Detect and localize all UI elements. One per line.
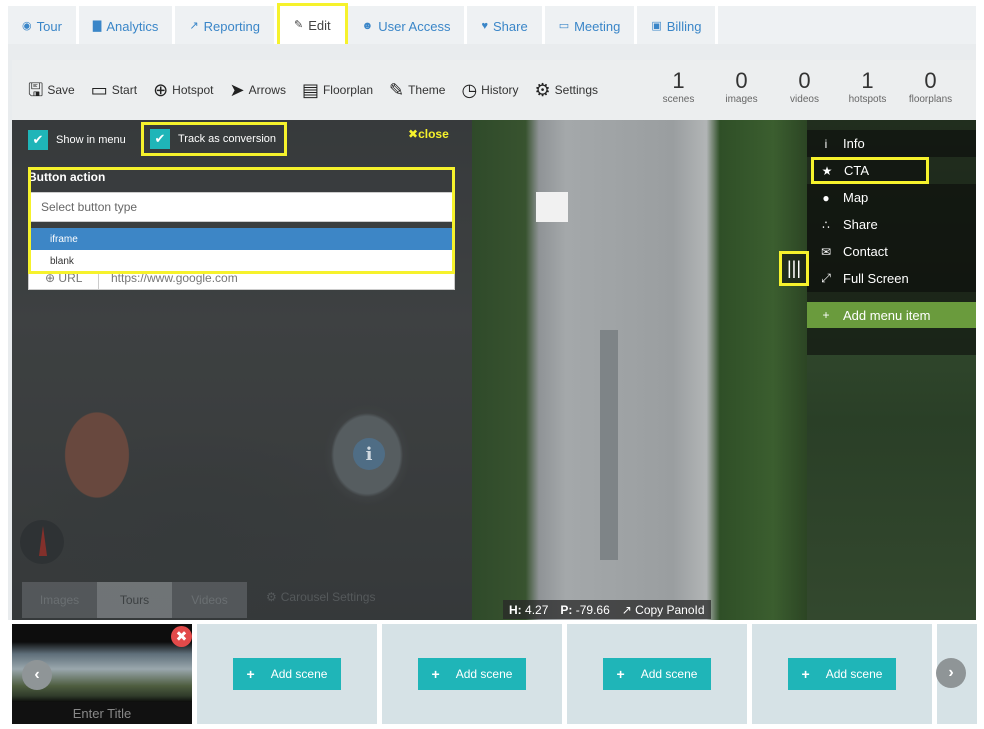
menu-item-fullscreen[interactable]: ⤢ Full Screen — [807, 265, 976, 292]
menu-item-contact[interactable]: ✉ Contact — [807, 238, 976, 265]
scroll-right-icon[interactable]: › — [936, 658, 966, 688]
main-tabs: ◉ Tour ▇ Analytics ↗ Reporting ✎ Edit ☻ User … — [8, 3, 976, 47]
cta-panel-header: ✔ Show in menu ✔ Track as conversion ✖cl… — [12, 120, 472, 160]
scroll-left-icon[interactable]: ‹ — [22, 660, 52, 690]
scene-title-input[interactable]: Enter Title — [12, 702, 192, 724]
track-conversion-checkbox[interactable]: ✔ Track as conversion — [141, 122, 288, 156]
bar-chart-icon: ▇ — [92, 19, 102, 32]
brush-icon: ✎ — [389, 80, 405, 100]
tent-roof — [536, 192, 568, 222]
tab-analytics[interactable]: ▇ Analytics — [78, 6, 176, 46]
plus-icon: + — [822, 308, 830, 322]
tabs-filler — [718, 6, 976, 46]
add-scene-button[interactable]: + Add scene — [602, 658, 712, 690]
gear-icon: ⚙ — [534, 80, 551, 100]
menu-item-map[interactable]: ● Map — [807, 184, 976, 211]
share-icon: ∴ — [822, 217, 830, 232]
copy-panoid-button[interactable]: ↗ Copy PanoId — [622, 603, 705, 617]
lock-icon: ▣ — [651, 19, 662, 32]
scene-slot: + Add scene — [567, 624, 747, 724]
tab-edit[interactable]: ✎ Edit — [277, 3, 348, 47]
delete-scene-icon[interactable]: ✖ — [171, 626, 192, 647]
add-menu-item-button[interactable]: + Add menu item — [807, 302, 976, 328]
pano-coordinates: H: 4.27 P: -79.66 ↗ Copy PanoId — [503, 600, 711, 619]
add-scene-button[interactable]: + Add scene — [787, 658, 897, 690]
arrows-button[interactable]: ➤ Arrows — [230, 81, 286, 99]
gear-icon: ⚙ — [266, 590, 277, 604]
floorplan-button[interactable]: ▤ Floorplan — [302, 81, 373, 99]
info-icon: i — [824, 136, 828, 151]
side-menu: i Info ★ CTA ● Map ∴ Share ✉ Contact ⤢ Full Sc… — [807, 130, 976, 328]
button-action-highlight — [28, 167, 455, 274]
stat-scenes: 1 scenes — [662, 68, 695, 106]
menu-resize-handle[interactable]: ||| — [779, 251, 809, 286]
theme-button[interactable]: ✎ Theme — [389, 81, 445, 99]
panorama-view[interactable] — [472, 120, 807, 620]
carousel-tabs: Images Tours Videos — [22, 582, 247, 618]
carousel-tab-images[interactable]: Images — [22, 582, 97, 618]
save-button[interactable]: 🖫 Save — [28, 81, 75, 99]
info-hotspot-icon[interactable]: i — [353, 438, 385, 470]
plus-icon: + — [616, 666, 625, 682]
close-button[interactable]: ✖close — [408, 127, 449, 141]
add-scene-button[interactable]: + Add scene — [232, 658, 342, 690]
arrow-circle-icon: ➤ — [229, 80, 245, 100]
check-icon: ✔ — [28, 130, 48, 150]
monitor-icon: ▭ — [90, 80, 108, 100]
monitor-icon: ▭ — [558, 19, 570, 32]
stat-videos: 0 videos — [790, 68, 819, 106]
heart-icon: ♥ — [481, 19, 488, 32]
star-icon: ★ — [821, 163, 833, 178]
plus-icon: + — [431, 666, 440, 682]
tab-meeting[interactable]: ▭ Meeting — [544, 6, 638, 46]
line-chart-icon: ↗ — [189, 19, 199, 32]
scene-slot: + Add scene — [197, 624, 377, 724]
users-icon: ☻ — [361, 19, 374, 32]
stat-floorplans: 0 floorplans — [908, 68, 953, 106]
menu-item-info[interactable]: i Info — [807, 130, 976, 157]
panorama-editor: i Images Tours Videos ⚙ Carousel Settings… — [12, 120, 976, 620]
carousel-tab-videos[interactable]: Videos — [172, 582, 247, 618]
stat-images: 0 images — [725, 68, 758, 106]
start-button[interactable]: ▭ Start — [91, 81, 137, 99]
carousel-tab-tours[interactable]: Tours — [97, 582, 172, 618]
hotspot-button[interactable]: ⊕ Hotspot — [153, 81, 213, 99]
tab-tour[interactable]: ◉ Tour — [8, 6, 79, 46]
scene-strip: Enter Title ‹ + Add scene + Add scene + Add… — [0, 620, 984, 729]
menu-item-share[interactable]: ∴ Share — [807, 211, 976, 238]
tab-billing[interactable]: ▣ Billing — [637, 6, 719, 46]
editor-toolbar: 🖫 Save ▭ Start ⊕ Hotspot ➤ Arrows ▤ Floorplan… — [12, 60, 976, 120]
fullscreen-icon: ⤢ — [821, 271, 831, 285]
tab-reporting[interactable]: ↗ Reporting — [175, 6, 277, 46]
plus-icon: + — [246, 666, 255, 682]
show-in-menu-checkbox[interactable]: ✔ Show in menu — [28, 130, 126, 150]
menu-item-cta[interactable]: ★ CTA — [811, 157, 929, 184]
floorplan-icon: ▤ — [301, 80, 319, 100]
close-icon: ✖ — [408, 127, 419, 141]
grip-icon: ||| — [786, 258, 802, 278]
tab-user-access[interactable]: ☻ User Access — [347, 6, 468, 46]
map-pin-icon: ● — [822, 190, 830, 205]
history-button[interactable]: ◷ History — [461, 81, 518, 99]
scene-slot: + Add scene — [382, 624, 562, 724]
clock-icon: ◷ — [461, 80, 478, 100]
scene-slot: + Add scene — [752, 624, 932, 724]
stat-hotspots: 1 hotspots — [848, 68, 887, 106]
add-scene-button[interactable]: + Add scene — [417, 658, 527, 690]
tour-stats: 1 scenes 0 images 0 videos 1 hotspots 0 floor… — [647, 68, 962, 106]
tab-share[interactable]: ♥ Share — [467, 6, 545, 46]
external-link-icon: ↗ — [621, 602, 632, 617]
pencil-icon: ✎ — [294, 18, 304, 31]
floppy-icon: 🖫 — [28, 80, 44, 100]
walkway — [600, 330, 618, 560]
plus-circle-icon: ⊕ — [153, 80, 169, 100]
settings-button[interactable]: ⚙ Settings — [535, 81, 599, 99]
check-icon: ✔ — [150, 129, 170, 149]
compass-icon[interactable] — [20, 520, 64, 564]
plus-icon: + — [801, 666, 810, 682]
map-marker-icon: ◉ — [22, 19, 32, 32]
carousel-settings-button[interactable]: ⚙ Carousel Settings — [266, 590, 375, 604]
envelope-icon: ✉ — [820, 244, 832, 259]
